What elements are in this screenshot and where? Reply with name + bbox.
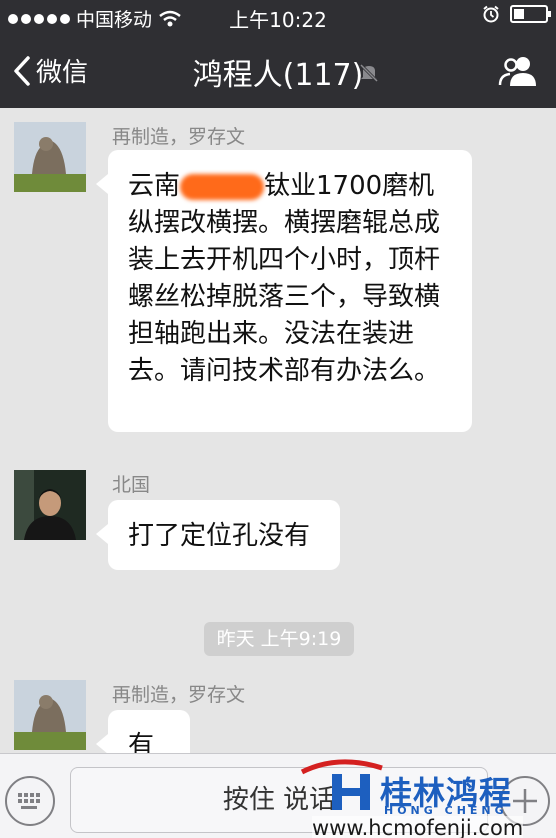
status-bar: 中国移动 上午10:22 xyxy=(0,0,556,34)
message-text-rest: 钛业1700磨机纵摆改横摆。横摆磨辊总成装上去开机四个小时，顶杆螺丝松掉脱落三个… xyxy=(128,171,441,386)
message-text: 打了定位孔没有 xyxy=(128,521,311,551)
avatar[interactable] xyxy=(14,470,86,540)
navigation-bar: 微信 鸿程人(117) xyxy=(0,34,556,108)
status-time: 上午10:22 xyxy=(229,8,327,32)
battery-icon xyxy=(510,5,551,23)
avatar[interactable] xyxy=(14,680,86,750)
sender-name: 再制造，罗存文 xyxy=(112,684,246,706)
sender-name: 北国 xyxy=(112,474,151,496)
message-text-start: 云南 xyxy=(128,171,181,201)
hongcheng-logo xyxy=(300,759,383,810)
mute-icon xyxy=(359,63,379,83)
keyboard-icon xyxy=(18,793,40,809)
group-contacts-button[interactable] xyxy=(498,54,538,92)
watermark-url: www.hcmofenji.com xyxy=(312,816,524,838)
sender-name: 再制造，罗存文 xyxy=(112,126,246,148)
message-bubble[interactable]: 打了定位孔没有 xyxy=(96,500,340,570)
person-avatar-image xyxy=(14,470,86,540)
alarm-icon xyxy=(483,5,499,23)
keyboard-toggle-button[interactable] xyxy=(5,776,55,826)
message-bubble[interactable]: 云南 钛业1700磨机纵摆改横摆。横摆磨辊总成装上去开机四个小时，顶杆螺丝松掉脱落… xyxy=(96,150,472,432)
chat-title-text: 鸿程人(117) xyxy=(192,58,364,93)
chat-title: 鸿程人(117) xyxy=(0,50,556,94)
redaction-mark xyxy=(180,173,265,200)
statue-avatar-image xyxy=(14,122,86,192)
group-contacts-icon xyxy=(498,57,536,86)
status-right xyxy=(482,5,551,23)
avatar[interactable] xyxy=(14,122,86,192)
watermark: 桂林鸿程 HONG CHENG www.hcmofenji.com xyxy=(298,758,556,838)
timestamp-divider: 昨天 上午9:19 xyxy=(204,622,354,656)
statue-avatar-image xyxy=(14,680,86,750)
